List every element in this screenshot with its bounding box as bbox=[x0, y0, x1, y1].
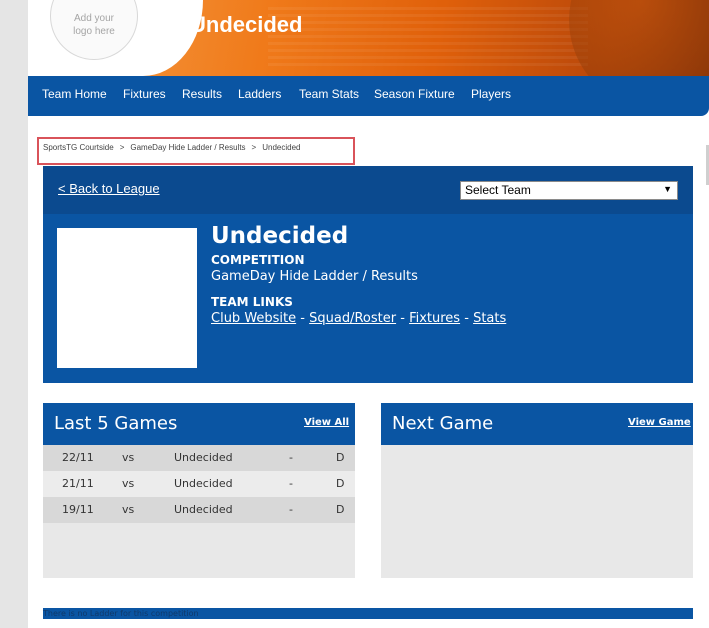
game-score: - bbox=[289, 451, 293, 464]
nav-item-fixtures[interactable]: Fixtures bbox=[123, 87, 166, 101]
game-date: 19/11 bbox=[62, 503, 94, 516]
competition-label: COMPETITION bbox=[211, 253, 305, 267]
logo-placeholder-text: Add your logo here bbox=[73, 13, 115, 37]
breadcrumb-item-current: Undecided bbox=[262, 143, 301, 152]
nav-item-results[interactable]: Results bbox=[182, 87, 222, 101]
main-nav: Team Home Fixtures Results Ladders Team … bbox=[28, 76, 709, 116]
game-result: D bbox=[336, 477, 345, 490]
game-opponent: Undecided bbox=[174, 477, 233, 490]
competition-value: GameDay Hide Ladder / Results bbox=[211, 269, 418, 284]
last-games-panel: Last 5 Games View All 22/11 vs Undecided… bbox=[43, 403, 355, 578]
game-row[interactable]: 21/11 vs Undecided - D bbox=[43, 471, 355, 497]
game-opponent: Undecided bbox=[174, 503, 233, 516]
basketball-graphic bbox=[569, 0, 709, 76]
header-team-title: Undecided bbox=[190, 12, 303, 37]
game-result: D bbox=[336, 503, 345, 516]
squad-roster-link[interactable]: Squad/Roster bbox=[309, 311, 396, 326]
dropdown-arrow-icon: ▼ bbox=[663, 184, 672, 194]
stats-link[interactable]: Stats bbox=[473, 311, 506, 326]
breadcrumb-item-home[interactable]: SportsTG Courtside bbox=[43, 143, 114, 152]
team-panel-toolbar: < Back to League Select Team ▼ bbox=[43, 166, 693, 214]
breadcrumb: SportsTG Courtside > GameDay Hide Ladder /… bbox=[43, 143, 300, 152]
site-header: Add your logo here Undecided bbox=[28, 0, 709, 76]
view-game-link[interactable]: View Game bbox=[628, 417, 691, 428]
select-team-dropdown[interactable]: Select Team ▼ bbox=[460, 181, 678, 200]
ladder-bar: There is no Ladder for this competition bbox=[43, 608, 693, 619]
nav-item-team-home[interactable]: Team Home bbox=[42, 87, 107, 101]
game-vs: vs bbox=[122, 477, 135, 490]
link-separator: - bbox=[400, 311, 405, 326]
game-row[interactable]: 19/11 vs Undecided - D bbox=[43, 497, 355, 523]
nav-item-ladders[interactable]: Ladders bbox=[238, 87, 281, 101]
nav-item-season-fixture[interactable]: Season Fixture bbox=[374, 87, 455, 101]
team-links-label: TEAM LINKS bbox=[211, 295, 293, 309]
ladder-message: There is no Ladder for this competition bbox=[43, 609, 199, 618]
game-score: - bbox=[289, 477, 293, 490]
breadcrumb-item-competition[interactable]: GameDay Hide Ladder / Results bbox=[130, 143, 245, 152]
last-games-header: Last 5 Games View All bbox=[43, 403, 355, 445]
game-date: 22/11 bbox=[62, 451, 94, 464]
breadcrumb-separator: > bbox=[251, 143, 257, 152]
team-name: Undecided bbox=[211, 223, 349, 249]
last-games-title: Last 5 Games bbox=[54, 413, 178, 434]
view-all-link[interactable]: View All bbox=[304, 417, 349, 428]
game-result: D bbox=[336, 451, 345, 464]
page: Add your logo here Undecided Team Home Fi… bbox=[28, 0, 709, 628]
game-score: - bbox=[289, 503, 293, 516]
nav-item-players[interactable]: Players bbox=[471, 87, 511, 101]
breadcrumb-separator: > bbox=[119, 143, 125, 152]
game-vs: vs bbox=[122, 503, 135, 516]
game-date: 21/11 bbox=[62, 477, 94, 490]
next-game-panel: Next Game View Game bbox=[381, 403, 693, 578]
next-game-header: Next Game View Game bbox=[381, 403, 693, 445]
team-info-panel: < Back to League Select Team ▼ Undecided… bbox=[43, 166, 693, 383]
game-vs: vs bbox=[122, 451, 135, 464]
next-game-title: Next Game bbox=[392, 413, 494, 434]
link-separator: - bbox=[464, 311, 469, 326]
select-team-value: Select Team bbox=[465, 183, 531, 197]
header-texture bbox=[268, 6, 588, 66]
back-to-league-link[interactable]: < Back to League bbox=[58, 181, 160, 196]
game-row[interactable]: 22/11 vs Undecided - D bbox=[43, 445, 355, 471]
team-logo bbox=[57, 228, 197, 368]
fixtures-link[interactable]: Fixtures bbox=[409, 311, 460, 326]
game-opponent: Undecided bbox=[174, 451, 233, 464]
club-website-link[interactable]: Club Website bbox=[211, 311, 296, 326]
nav-item-team-stats[interactable]: Team Stats bbox=[299, 87, 359, 101]
link-separator: - bbox=[300, 311, 305, 326]
team-links: Club Website - Squad/Roster - Fixtures -… bbox=[211, 311, 506, 326]
